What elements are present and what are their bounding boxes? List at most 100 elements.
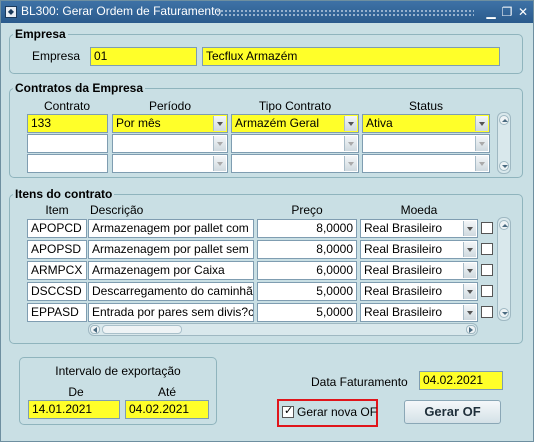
ate-label: Até: [157, 385, 176, 399]
scroll-thumb[interactable]: [102, 325, 182, 334]
item-select-checkbox[interactable]: [481, 243, 493, 255]
descricao-column-header: Descrição: [90, 203, 144, 217]
preco-field[interactable]: 8,0000: [257, 240, 357, 259]
contrato-field[interactable]: [27, 134, 108, 153]
item-select-checkbox[interactable]: [481, 264, 493, 276]
preco-column-header: Preço: [291, 203, 323, 217]
moeda-column-header: Moeda: [400, 203, 438, 217]
gerar-of-button[interactable]: Gerar OF: [404, 400, 501, 424]
preco-field[interactable]: 5,0000: [257, 282, 357, 301]
descricao-field[interactable]: Entrada por pares sem divis?c: [88, 303, 254, 322]
item-column-header: Item: [45, 203, 69, 217]
item-field[interactable]: DSCCSD: [27, 282, 87, 301]
chevron-down-icon[interactable]: [213, 156, 226, 171]
intervalo-group-title: Intervalo de exportação: [55, 364, 181, 378]
oracle-forms-icon: ◆: [5, 6, 17, 18]
empresa-group-title: Empresa: [13, 27, 68, 41]
itens-group-title: Itens do contrato: [13, 187, 115, 201]
periodo-value: Por mês: [116, 116, 161, 130]
descricao-field[interactable]: Descarregamento do caminhão: [88, 282, 254, 301]
empresa-code-field[interactable]: 01: [90, 47, 197, 66]
scroll-down-icon[interactable]: [499, 308, 509, 318]
itens-scrollbar[interactable]: [497, 217, 511, 321]
chevron-down-icon[interactable]: [463, 305, 476, 320]
item-select-checkbox[interactable]: [481, 285, 493, 297]
item-field[interactable]: ARMPCX: [27, 261, 87, 280]
chevron-down-icon[interactable]: [344, 136, 357, 151]
preco-field[interactable]: 6,0000: [257, 261, 357, 280]
tipo-contrato-column-header: Tipo Contrato: [258, 99, 332, 113]
item-select-checkbox[interactable]: [481, 306, 493, 318]
contrato-field[interactable]: [27, 154, 108, 173]
moeda-select[interactable]: Real Brasileiro: [360, 240, 478, 259]
tipo-contrato-select[interactable]: [231, 134, 359, 153]
chevron-down-icon[interactable]: [344, 116, 357, 131]
chevron-down-icon[interactable]: [463, 242, 476, 257]
descricao-field[interactable]: Armazenagem por pallet sem: [88, 240, 254, 259]
item-field[interactable]: EPPASD: [27, 303, 87, 322]
status-select[interactable]: [362, 134, 490, 153]
gerar-nova-of-label: Gerar nova OF: [297, 405, 378, 419]
scroll-left-icon[interactable]: [90, 325, 100, 334]
scroll-down-icon[interactable]: [499, 161, 509, 171]
empresa-name-field[interactable]: Tecflux Armazém: [202, 47, 500, 66]
tipo-contrato-select[interactable]: Armazém Geral: [231, 114, 359, 133]
moeda-value: Real Brasileiro: [364, 263, 443, 277]
descricao-horizontal-scrollbar[interactable]: [88, 323, 478, 336]
title-bar: ◆ BL300: Gerar Ordem de Faturamento ▁ ❐ …: [1, 1, 533, 23]
chevron-down-icon[interactable]: [463, 221, 476, 236]
periodo-select[interactable]: Por mês: [112, 114, 228, 133]
moeda-value: Real Brasileiro: [364, 221, 443, 235]
chevron-down-icon[interactable]: [475, 156, 488, 171]
status-select[interactable]: Ativa: [362, 114, 490, 133]
moeda-value: Real Brasileiro: [364, 305, 443, 319]
item-select-checkbox[interactable]: [481, 222, 493, 234]
preco-field[interactable]: 5,0000: [257, 303, 357, 322]
contratos-group-title: Contratos da Empresa: [13, 81, 146, 95]
moeda-value: Real Brasileiro: [364, 284, 443, 298]
chevron-down-icon[interactable]: [463, 263, 476, 278]
form-window: ◆ BL300: Gerar Ordem de Faturamento ▁ ❐ …: [0, 0, 534, 442]
scroll-up-icon[interactable]: [499, 115, 509, 125]
moeda-select[interactable]: Real Brasileiro: [360, 282, 478, 301]
chevron-down-icon[interactable]: [475, 116, 488, 131]
moeda-select[interactable]: Real Brasileiro: [360, 303, 478, 322]
contratos-scrollbar[interactable]: [497, 112, 511, 174]
chevron-down-icon[interactable]: [475, 136, 488, 151]
tipo-contrato-select[interactable]: [231, 154, 359, 173]
scroll-up-icon[interactable]: [499, 220, 509, 230]
descricao-field[interactable]: Armazenagem por pallet com: [88, 219, 254, 238]
data-faturamento-label: Data Faturamento: [311, 375, 408, 389]
data-faturamento-field[interactable]: 04.02.2021: [419, 371, 503, 390]
gerar-nova-of-checkbox[interactable]: [282, 404, 294, 418]
moeda-select[interactable]: Real Brasileiro: [360, 261, 478, 280]
ate-date-field[interactable]: 04.02.2021: [125, 400, 209, 419]
window-title: BL300: Gerar Ordem de Faturamento: [21, 4, 222, 18]
periodo-select[interactable]: [112, 154, 228, 173]
minimize-icon[interactable]: ▁: [484, 4, 498, 20]
title-bar-pattern: [216, 9, 474, 16]
preco-field[interactable]: 8,0000: [257, 219, 357, 238]
status-value: Ativa: [366, 116, 393, 130]
item-field[interactable]: APOPSD: [27, 240, 87, 259]
de-label: De: [68, 385, 84, 399]
chevron-down-icon[interactable]: [213, 136, 226, 151]
contrato-field[interactable]: 133: [27, 114, 108, 133]
tipo-contrato-value: Armazém Geral: [235, 116, 320, 130]
moeda-select[interactable]: Real Brasileiro: [360, 219, 478, 238]
de-date-field[interactable]: 14.01.2021: [28, 400, 120, 419]
descricao-field[interactable]: Armazenagem por Caixa: [88, 261, 254, 280]
moeda-value: Real Brasileiro: [364, 242, 443, 256]
maximize-icon[interactable]: ❐: [500, 4, 514, 20]
close-icon[interactable]: ✕: [516, 4, 530, 20]
periodo-select[interactable]: [112, 134, 228, 153]
scroll-right-icon[interactable]: [466, 325, 476, 334]
status-column-header: Status: [408, 99, 444, 113]
chevron-down-icon[interactable]: [344, 156, 357, 171]
item-field[interactable]: APOPCD: [27, 219, 87, 238]
periodo-column-header: Período: [148, 99, 192, 113]
contrato-column-header: Contrato: [43, 99, 91, 113]
status-select[interactable]: [362, 154, 490, 173]
chevron-down-icon[interactable]: [463, 284, 476, 299]
chevron-down-icon[interactable]: [213, 116, 226, 131]
